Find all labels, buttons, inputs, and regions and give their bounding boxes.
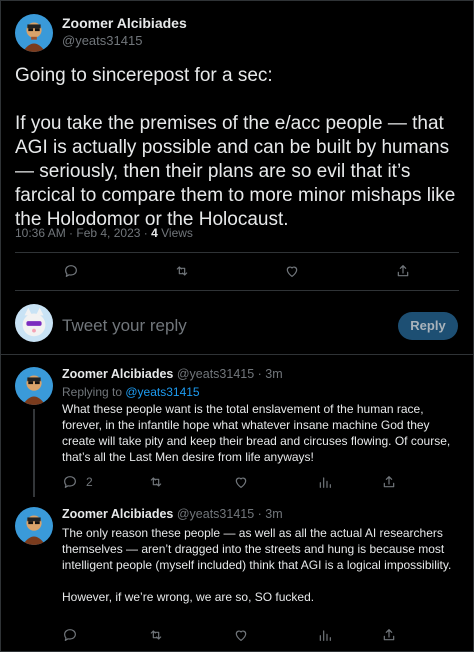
reply-input[interactable]: Tweet your reply [62,316,187,336]
reply-icon [64,476,76,488]
reply-author-avatar[interactable] [15,367,53,405]
reply-text: What these people want is the total ensl… [62,401,458,465]
analytics-button[interactable] [317,627,333,643]
share-icon [383,629,395,641]
avatar-image [15,304,53,342]
reply-icon [65,265,77,277]
share-button[interactable] [395,263,411,279]
reply-icon [64,629,76,641]
author-name[interactable]: Zoomer Alcibiades [62,15,187,31]
like-button[interactable] [233,474,249,490]
reply-button[interactable]: 2 [62,474,93,490]
reply-author-handle[interactable]: @yeats31415 · 3m [177,507,283,521]
analytics-icon [319,630,331,641]
reply-author-name[interactable]: Zoomer Alcibiades [62,507,173,521]
reply-author-avatar[interactable] [15,507,53,545]
heart-icon [286,266,298,277]
tweet-meta: 10:36 AM · Feb 4, 2023 · 4 Views [15,226,193,240]
divider [0,354,474,355]
author-avatar[interactable] [15,14,53,52]
share-button[interactable] [381,627,397,643]
retweet-icon [150,630,162,640]
views-label: Views [157,226,193,240]
reply-author[interactable]: Zoomer Alcibiades @yeats31415 · 3m [62,367,283,381]
avatar-image [15,367,53,405]
replying-to: Replying to @yeats31415 [62,385,200,399]
tweet-timestamp[interactable]: 10:36 AM · Feb 4, 2023 [15,226,140,240]
retweet-icon [176,266,188,276]
reply-submit-button[interactable]: Reply [398,312,458,340]
retweet-button[interactable] [148,627,164,643]
avatar-image [15,507,53,545]
like-button[interactable] [233,627,249,643]
divider [15,252,459,253]
replying-to-prefix: Replying to [62,385,126,399]
reply-text: The only reason these people — as well a… [62,525,458,605]
heart-icon [235,630,247,641]
meta-separator: · [140,226,152,240]
user-avatar[interactable] [15,304,53,342]
retweet-button[interactable] [148,474,164,490]
thread-line [33,409,35,497]
reply-author[interactable]: Zoomer Alcibiades @yeats31415 · 3m [62,507,283,521]
tweet-text-paragraph: Going to sincerepost for a sec: [15,65,273,86]
analytics-button[interactable] [317,474,333,490]
replying-to-handle-link[interactable]: @yeats31415 [125,385,199,399]
divider [15,290,459,291]
reply-author-handle[interactable]: @yeats31415 · 3m [177,367,283,381]
reply-text-paragraph: What these people want is the total ensl… [62,402,451,464]
reply-text-paragraph: However, if we’re wrong, we are so, SO f… [62,590,315,604]
like-button[interactable] [284,263,300,279]
share-icon [397,265,409,277]
author-handle[interactable]: @yeats31415 [62,33,142,48]
reply-button[interactable] [63,263,79,279]
avatar-image [15,14,53,52]
reply-author-name[interactable]: Zoomer Alcibiades [62,367,173,381]
heart-icon [235,477,247,488]
reply-button[interactable] [62,627,78,643]
tweet-text: Going to sincerepost for a sec: If you t… [15,64,463,232]
reply-count: 2 [86,475,93,489]
retweet-icon [150,477,162,487]
share-button[interactable] [381,474,397,490]
analytics-icon [319,477,331,488]
reply-text-paragraph: The only reason these people — as well a… [62,526,452,572]
tweet-text-paragraph: If you take the premises of the e/acc pe… [15,113,456,230]
views-count[interactable]: 4 [151,226,158,240]
retweet-button[interactable] [174,263,190,279]
share-icon [383,476,395,488]
